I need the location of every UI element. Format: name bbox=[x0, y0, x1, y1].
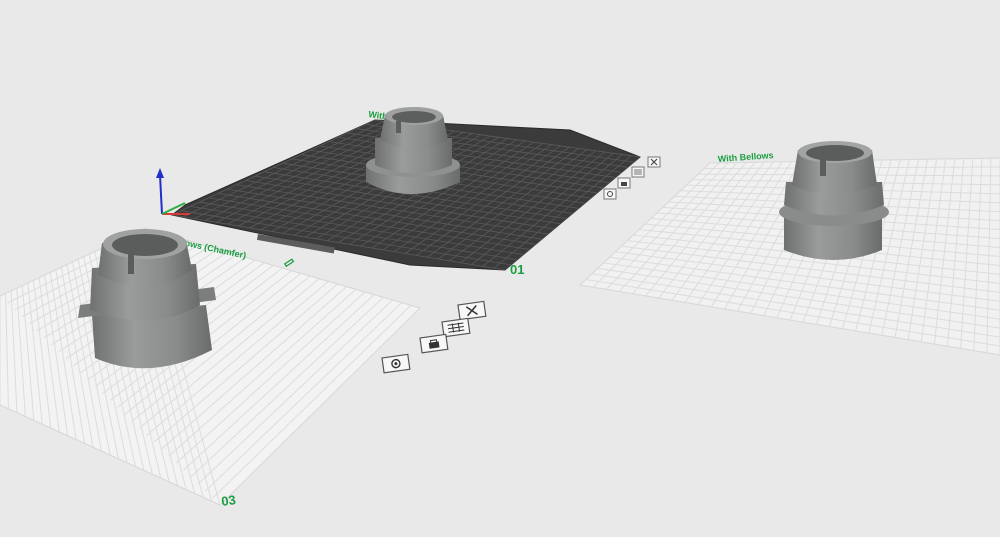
plate-1-number: 01 bbox=[510, 262, 524, 277]
arrange-icon[interactable] bbox=[631, 166, 645, 178]
plate-3-number: 03 bbox=[220, 492, 236, 509]
build-plate-3[interactable]: ...llows (Chamfer) 03 bbox=[0, 227, 421, 509]
build-plate-2[interactable]: With Bellows bbox=[578, 150, 1000, 356]
model-bellows-2[interactable] bbox=[779, 141, 889, 260]
slice-settings-icon[interactable] bbox=[603, 188, 617, 200]
lock-icon[interactable] bbox=[617, 177, 631, 189]
edit-plate-name-icon[interactable] bbox=[283, 258, 295, 268]
close-icon[interactable] bbox=[647, 156, 661, 168]
close-icon[interactable] bbox=[457, 300, 487, 321]
slice-settings-icon[interactable] bbox=[381, 353, 411, 374]
lock-icon[interactable] bbox=[419, 333, 449, 354]
3d-viewport[interactable]: ...llows (Chamfer) 03 With Bellows With … bbox=[0, 0, 1000, 532]
